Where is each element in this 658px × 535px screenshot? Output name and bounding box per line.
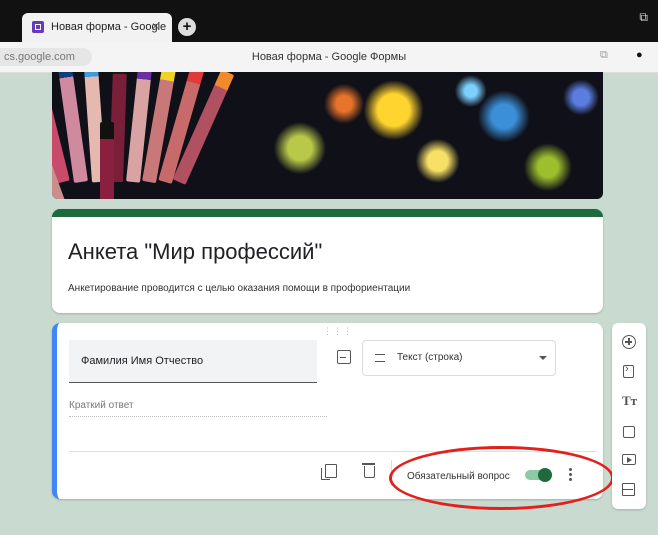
google-forms-icon <box>32 21 44 33</box>
window-title: Новая форма - Google Формы <box>251 51 407 63</box>
new-tab-button[interactable]: + <box>178 18 196 36</box>
required-toggle[interactable] <box>525 468 553 482</box>
question-title-field[interactable]: Фамилия Имя Отчество <box>69 340 317 383</box>
tab-close-button[interactable]: × <box>152 19 159 33</box>
browser-tab[interactable]: Новая форма - Google × <box>22 13 172 42</box>
form-title-card[interactable]: Анкета "Мир профессий" Анкетирование про… <box>52 209 603 313</box>
header-image <box>52 72 603 199</box>
chevron-down-icon <box>539 356 547 360</box>
question-type-label: Текст (строка) <box>397 352 463 363</box>
question-type-select[interactable]: Текст (строка) <box>362 340 556 376</box>
form-description[interactable]: Анкетирование проводится с целью оказани… <box>68 283 410 294</box>
section-icon[interactable] <box>622 483 635 496</box>
import-icon[interactable] <box>623 363 634 378</box>
form-title[interactable]: Анкета "Мир профессий" <box>68 239 322 265</box>
open-in-window-icon[interactable]: ⧉ <box>600 49 608 62</box>
extension-icon[interactable]: ● <box>636 49 643 61</box>
divider <box>391 460 392 486</box>
divider <box>69 451 597 452</box>
short-text-icon <box>375 354 385 362</box>
window-restore-icon[interactable]: ⧉ <box>639 10 648 25</box>
floating-toolbar: Тт <box>612 323 646 509</box>
trash-icon[interactable] <box>362 463 375 478</box>
required-label: Обязательный вопрос <box>407 471 510 482</box>
browser-tab-bar: Новая форма - Google × + ⧉ <box>0 0 658 42</box>
toggle-knob <box>538 468 552 482</box>
copy-icon[interactable] <box>321 464 337 480</box>
more-vert-icon[interactable] <box>569 468 572 481</box>
title-icon[interactable]: Тт <box>622 393 640 411</box>
short-answer-placeholder: Краткий ответ <box>69 400 327 417</box>
tab-title: Новая форма - Google <box>51 21 167 33</box>
drag-handle-icon[interactable]: ⋮⋮⋮ <box>323 326 353 337</box>
video-icon[interactable] <box>622 454 636 465</box>
plus-circle-icon[interactable] <box>622 335 636 349</box>
address-bar: cs.google.com Новая форма - Google Формы… <box>0 42 658 73</box>
question-title: Фамилия Имя Отчество <box>81 355 204 367</box>
question-card[interactable]: ⋮⋮⋮ Фамилия Имя Отчество Текст (строка) … <box>52 323 603 499</box>
add-image-icon[interactable] <box>337 350 351 364</box>
image-icon[interactable] <box>623 426 635 438</box>
pencil-shape <box>100 122 114 199</box>
